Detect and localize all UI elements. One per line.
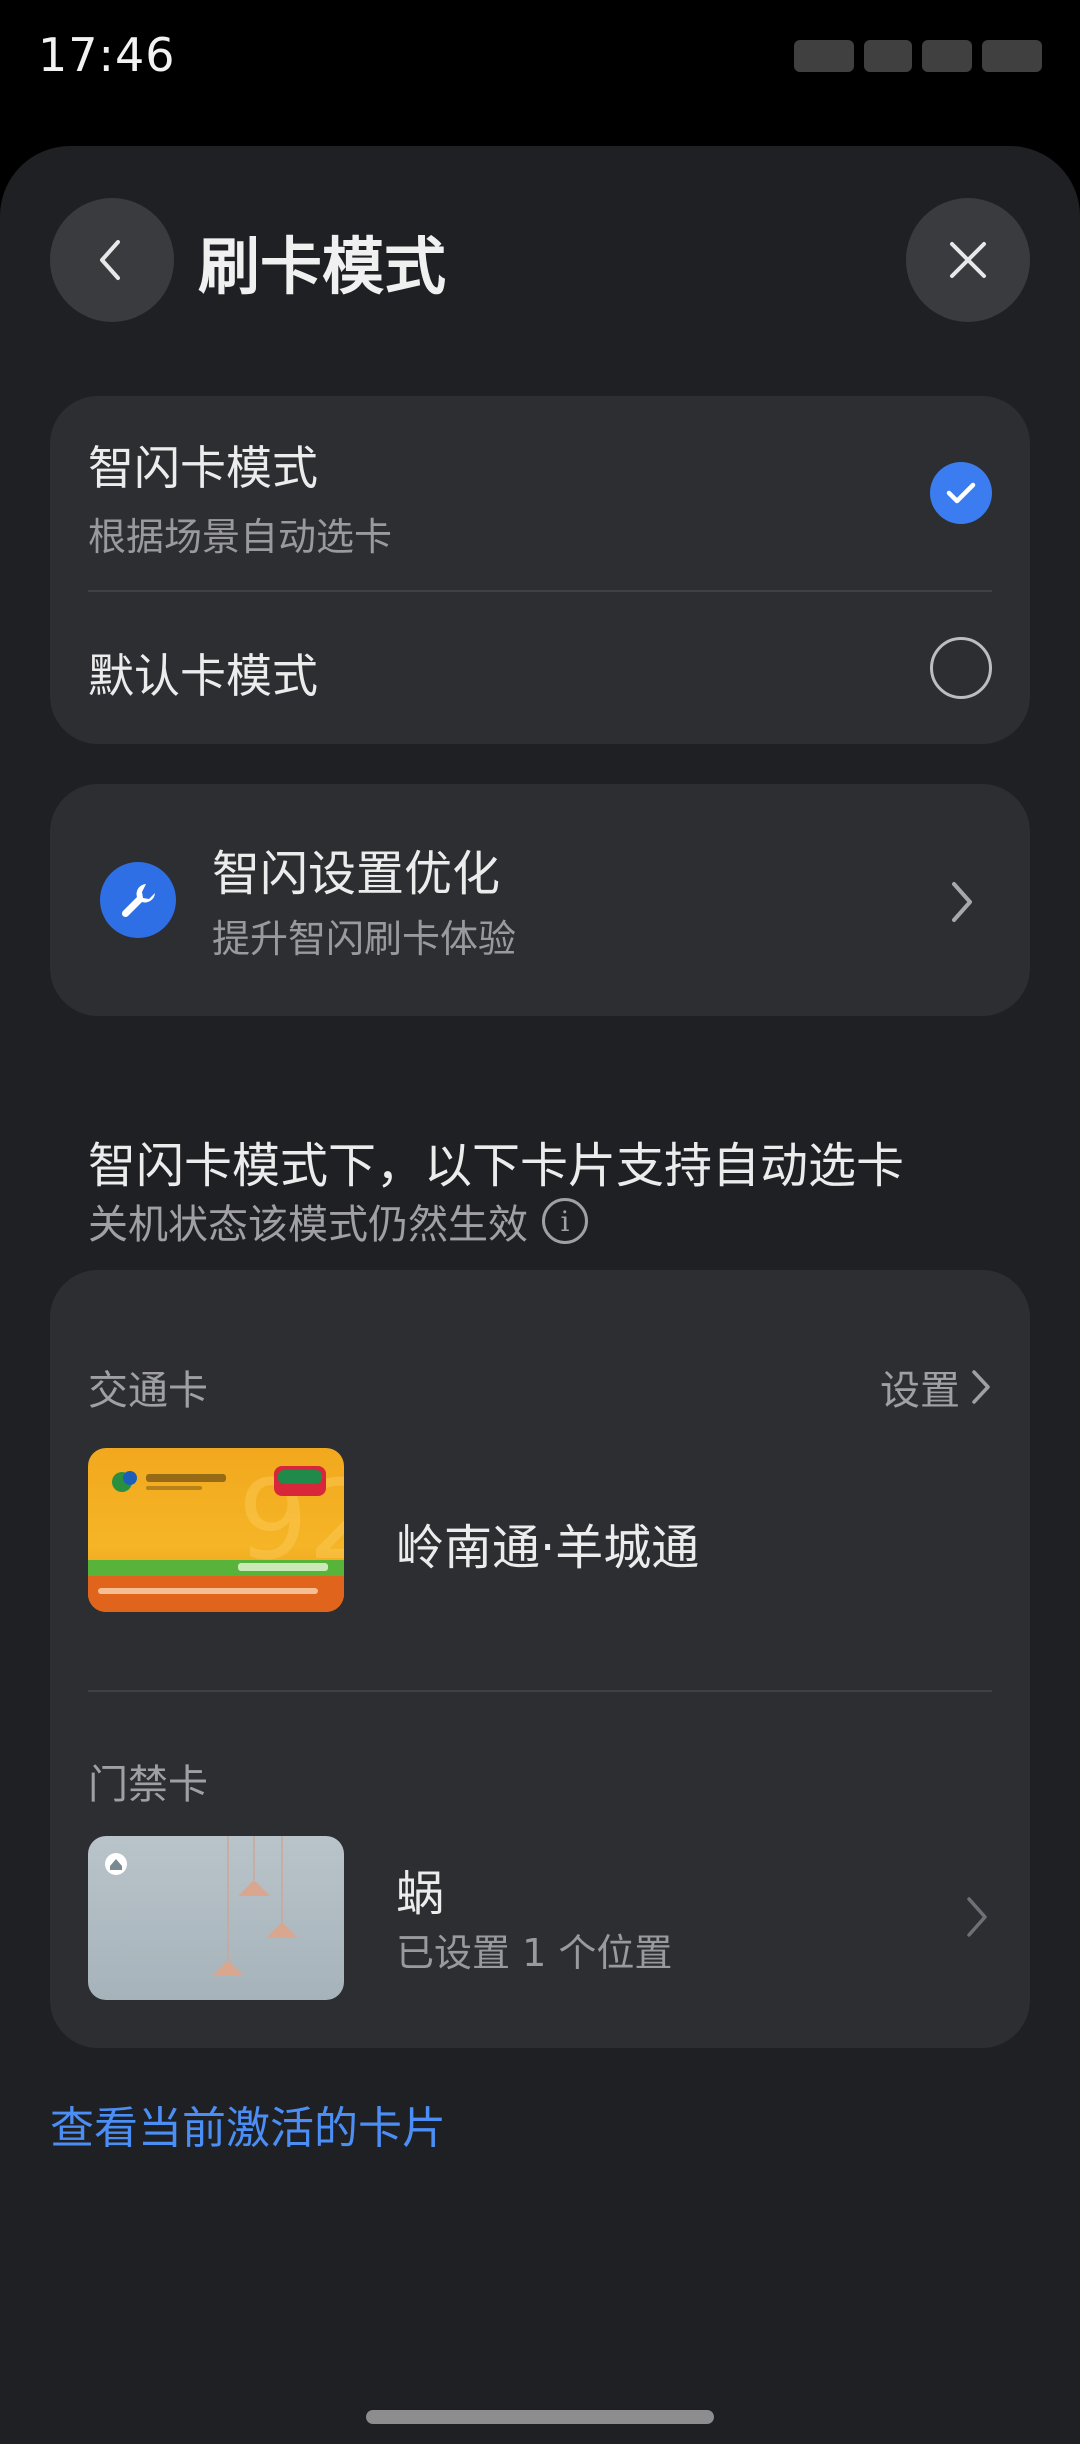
signal-icon xyxy=(794,40,854,72)
wifi-icon xyxy=(922,40,972,72)
transit-card-label: 交通卡 xyxy=(88,1368,208,1414)
chevron-right-icon xyxy=(972,1370,990,1404)
section-subtitle: 关机状态该模式仍然生效 i xyxy=(88,1192,588,1250)
back-button[interactable] xyxy=(50,198,174,322)
chevron-right-icon xyxy=(952,882,972,922)
info-icon[interactable]: i xyxy=(542,1198,588,1244)
status-icons xyxy=(742,40,1042,76)
default-mode-radio[interactable] xyxy=(930,637,992,699)
access-card-label: 门禁卡 xyxy=(88,1762,208,1808)
default-mode-title: 默认卡模式 xyxy=(88,649,318,703)
optimize-settings-row[interactable]: 智闪设置优化 提升智闪刷卡体验 xyxy=(50,784,1030,1016)
mode-selection-card: 智闪卡模式 根据场景自动选卡 默认卡模式 xyxy=(50,396,1030,744)
chevron-right-icon[interactable] xyxy=(964,1894,990,1940)
close-button[interactable] xyxy=(906,198,1030,322)
access-card-subtitle: 已设置 1 个位置 xyxy=(396,1931,673,1975)
optimize-subtitle: 提升智闪刷卡体验 xyxy=(212,917,517,961)
settings-label: 设置 xyxy=(880,1368,960,1414)
access-card-name[interactable]: 蜗 xyxy=(396,1854,444,1924)
checkmark-icon xyxy=(946,482,976,504)
page-title: 刷卡模式 xyxy=(198,230,447,303)
view-active-card-link[interactable]: 查看当前激活的卡片 xyxy=(50,2092,446,2156)
status-time: 17:46 xyxy=(38,28,176,82)
battery-icon xyxy=(982,40,1042,72)
smart-mode-radio-checked[interactable] xyxy=(930,462,992,524)
lingnan-card-image: 92 xyxy=(88,1448,344,1612)
default-mode-option[interactable]: 默认卡模式 xyxy=(88,592,992,744)
divider xyxy=(88,1690,992,1692)
section-title: 智闪卡模式下，以下卡片支持自动选卡 xyxy=(88,1138,905,1194)
transit-card-name: 岭南通·羊城通 xyxy=(396,1520,700,1576)
supported-cards-list: 交通卡 设置 92 岭南通·羊城通 门禁卡 蜗 已设置 1 个位置 xyxy=(50,1270,1030,2048)
wrench-icon xyxy=(100,862,176,938)
transit-settings-link[interactable]: 设置 xyxy=(880,1358,992,1416)
optimize-title: 智闪设置优化 xyxy=(212,846,501,902)
section-subtitle-text: 关机状态该模式仍然生效 xyxy=(88,1202,528,1248)
status-bar: 17:46 xyxy=(0,0,1080,110)
smart-mode-option[interactable]: 智闪卡模式 根据场景自动选卡 xyxy=(88,396,992,590)
card-mode-sheet: 刷卡模式 智闪卡模式 根据场景自动选卡 默认卡模式 智闪设置优化 提升智闪刷卡体… xyxy=(0,146,1080,2444)
home-indicator[interactable] xyxy=(366,2410,714,2424)
smart-mode-subtitle: 根据场景自动选卡 xyxy=(88,515,393,559)
network-icon xyxy=(864,40,912,72)
smart-mode-title: 智闪卡模式 xyxy=(88,441,318,495)
back-arrow-icon xyxy=(100,240,120,280)
access-card-image[interactable] xyxy=(88,1836,344,2000)
close-icon xyxy=(950,242,986,278)
